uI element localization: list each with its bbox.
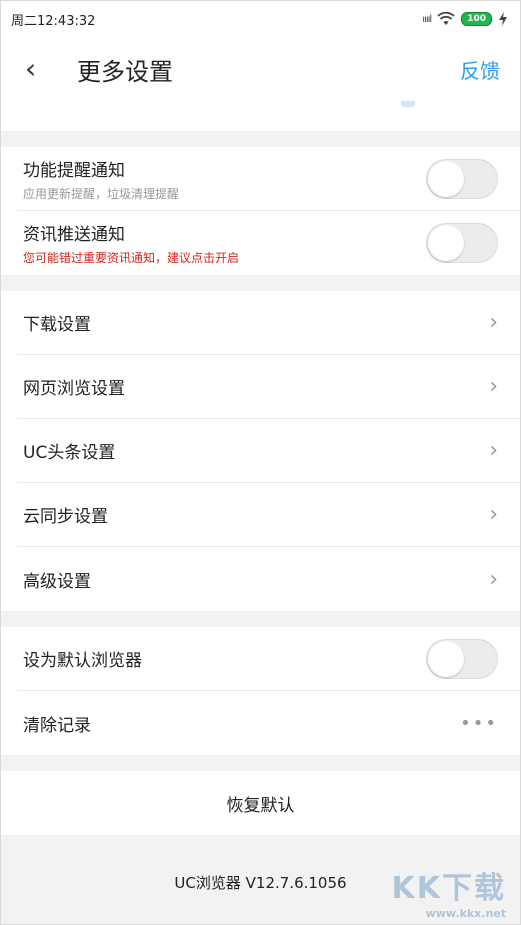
settings-item-cloud-sync[interactable]: 云同步设置 › bbox=[17, 483, 520, 547]
settings-item-uc-headlines[interactable]: UC头条设置 › bbox=[17, 419, 520, 483]
row-label: 下载设置 bbox=[23, 315, 91, 335]
toggle-knob bbox=[428, 640, 464, 677]
misc-group: 设为默认浏览器 清除记录 ••• bbox=[1, 627, 520, 755]
back-icon[interactable]: ‹ bbox=[25, 55, 51, 83]
notification-row-news[interactable]: 资讯推送通知 您可能错过重要资讯通知，建议点击开启 bbox=[17, 211, 520, 275]
default-browser-row[interactable]: 设为默认浏览器 bbox=[17, 627, 520, 691]
chevron-right-icon: › bbox=[489, 438, 498, 463]
row-label: UC头条设置 bbox=[23, 443, 116, 463]
watermark-text: KK下载 bbox=[391, 871, 506, 906]
settings-page: 周二12:43:32 ııııl 100 ‹ 更多设置 反馈 功能提醒通知 应用… bbox=[0, 0, 521, 925]
status-bar: 周二12:43:32 ııııl 100 bbox=[1, 1, 520, 37]
more-icon[interactable]: ••• bbox=[460, 713, 498, 734]
news-notify-toggle[interactable] bbox=[426, 223, 498, 263]
row-label: 清除记录 bbox=[23, 715, 91, 736]
row-label: 功能提醒通知 bbox=[23, 160, 125, 181]
status-time: 周二12:43:32 bbox=[11, 13, 96, 29]
row-warning: 您可能错过重要资讯通知，建议点击开启 bbox=[23, 251, 240, 265]
battery-icon: 100 bbox=[461, 12, 492, 26]
scrolled-content bbox=[1, 101, 520, 131]
charging-icon bbox=[499, 12, 507, 26]
chevron-right-icon: › bbox=[489, 502, 498, 527]
toggle-knob bbox=[428, 160, 464, 197]
row-label: 高级设置 bbox=[23, 571, 91, 592]
row-text: 资讯推送通知 您可能错过重要资讯通知，建议点击开启 bbox=[17, 220, 239, 266]
wifi-icon bbox=[437, 12, 455, 25]
row-label: 云同步设置 bbox=[23, 507, 108, 527]
default-browser-toggle[interactable] bbox=[426, 638, 498, 679]
settings-group: 下载设置 › 网页浏览设置 › UC头条设置 › 云同步设置 › 高级设置 › bbox=[1, 291, 520, 611]
group-divider bbox=[1, 611, 520, 627]
chevron-right-icon: › bbox=[489, 374, 498, 399]
chevron-right-icon: › bbox=[489, 310, 498, 335]
row-label: 设为默认浏览器 bbox=[23, 651, 142, 671]
page-title: 更多设置 bbox=[77, 57, 173, 86]
restore-defaults-button[interactable]: 恢复默认 bbox=[1, 771, 520, 835]
watermark-logo: KK下载 www.kkx.net bbox=[392, 863, 507, 920]
group-divider bbox=[1, 275, 520, 291]
row-text: 功能提醒通知 应用更新提醒，垃圾清理提醒 bbox=[17, 156, 179, 202]
group-divider bbox=[1, 131, 520, 147]
row-sublabel: 应用更新提醒，垃圾清理提醒 bbox=[23, 186, 180, 201]
group-divider bbox=[1, 755, 520, 771]
chevron-right-icon: › bbox=[489, 566, 498, 592]
toggle-knob bbox=[428, 225, 464, 261]
row-label: 网页浏览设置 bbox=[23, 379, 125, 399]
signal-icon: ııııl bbox=[422, 13, 432, 25]
notification-row-feature[interactable]: 功能提醒通知 应用更新提醒，垃圾清理提醒 bbox=[17, 147, 520, 211]
notification-group: 功能提醒通知 应用更新提醒，垃圾清理提醒 资讯推送通知 您可能错过重要资讯通知，… bbox=[1, 147, 520, 275]
scrolled-item-edge bbox=[401, 101, 415, 107]
settings-item-download[interactable]: 下载设置 › bbox=[17, 291, 520, 355]
settings-item-advanced[interactable]: 高级设置 › bbox=[17, 547, 520, 611]
row-label: 资讯推送通知 bbox=[23, 225, 125, 245]
feedback-button[interactable]: 反馈 bbox=[460, 55, 500, 84]
settings-item-browsing[interactable]: 网页浏览设置 › bbox=[17, 355, 520, 419]
watermark-url: www.kkx.net bbox=[425, 907, 506, 920]
header: ‹ 更多设置 反馈 bbox=[1, 37, 520, 101]
feature-notify-toggle[interactable] bbox=[426, 158, 498, 199]
status-icons: ııııl 100 bbox=[422, 12, 508, 26]
clear-history-row[interactable]: 清除记录 ••• bbox=[17, 691, 520, 755]
